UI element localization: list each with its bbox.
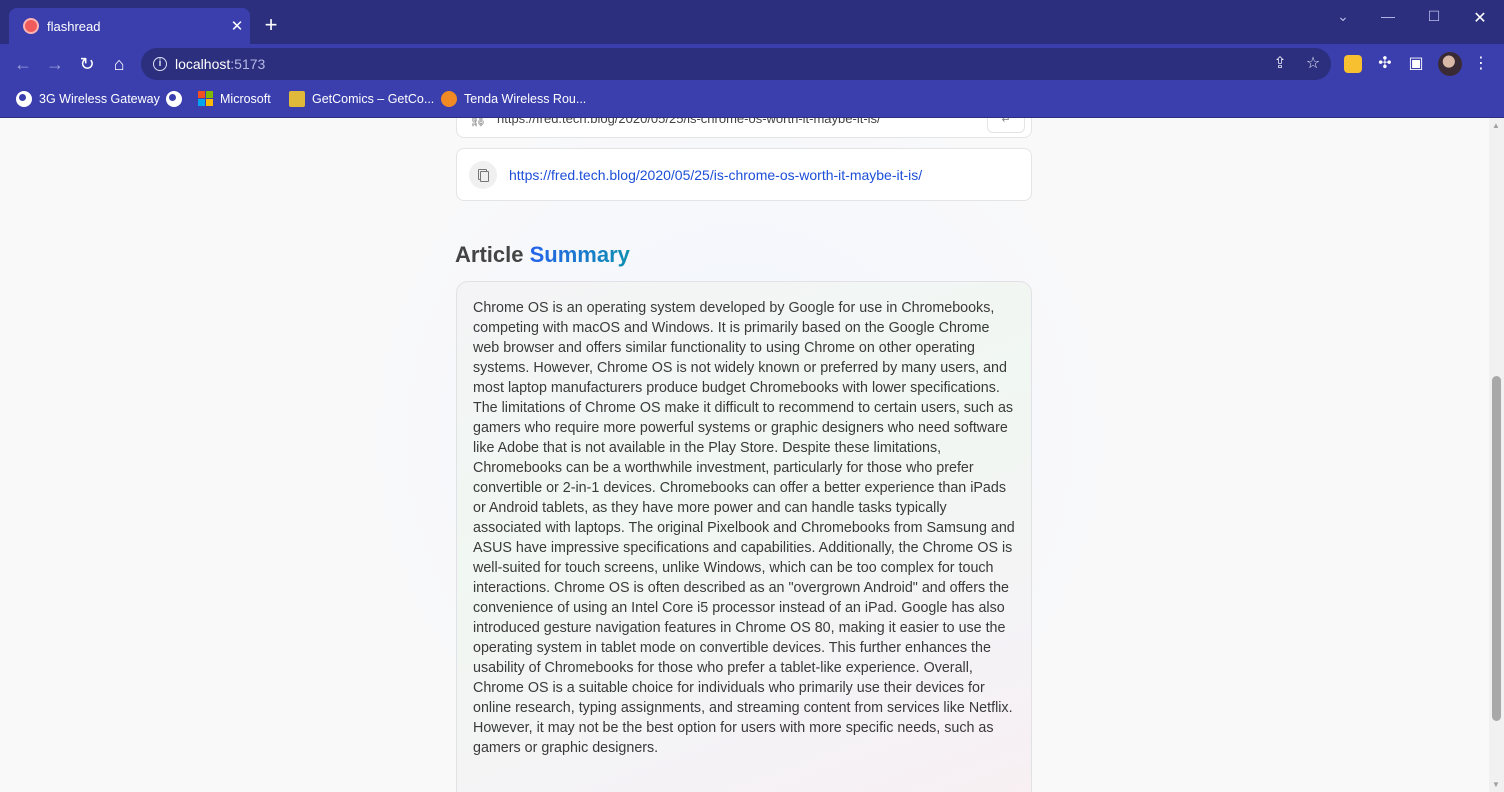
bookmarks-bar: 3G Wireless Gateway Microsoft GetComics …: [0, 84, 1504, 118]
bookmark-tenda[interactable]: Tenda Wireless Rou...: [441, 91, 586, 107]
maximize-icon[interactable]: ☐: [1419, 8, 1449, 25]
source-url-link[interactable]: https://fred.tech.blog/2020/05/25/is-chr…: [509, 167, 922, 183]
bookmark-star-icon[interactable]: ☆: [1302, 53, 1324, 75]
scrollbar[interactable]: ▲ ▼: [1489, 118, 1504, 792]
getcomics-icon: [289, 91, 305, 107]
reload-icon[interactable]: ↻: [75, 52, 99, 76]
keep-extension-icon[interactable]: [1344, 55, 1362, 73]
tenda-icon: [441, 91, 457, 107]
browser-tab[interactable]: flashread ✕: [9, 8, 250, 44]
scroll-down-icon[interactable]: ▼: [1492, 780, 1500, 789]
bookmark-label: GetComics – GetCo...: [312, 92, 435, 106]
side-panel-icon[interactable]: ▣: [1405, 53, 1427, 75]
source-url-card: https://fred.tech.blog/2020/05/25/is-chr…: [456, 148, 1032, 201]
minimize-icon[interactable]: —: [1373, 8, 1403, 24]
bookmark-3g-wireless-gateway[interactable]: 3G Wireless Gateway: [16, 91, 160, 107]
bookmark-getcomics[interactable]: GetComics – GetCo...: [289, 91, 434, 107]
site-info-icon[interactable]: i: [153, 57, 167, 71]
copy-icon[interactable]: [469, 161, 497, 189]
page-viewport: ⛓ https://fred.tech.blog/2020/05/25/is-c…: [0, 118, 1489, 792]
tab-search-icon[interactable]: ⌄: [1328, 8, 1358, 25]
bookmark-label: Microsoft: [220, 91, 271, 106]
url-text: localhost:5173: [175, 56, 265, 72]
url-input-card: ⛓ https://fred.tech.blog/2020/05/25/is-c…: [456, 118, 1032, 138]
link-icon: ⛓: [469, 118, 487, 127]
address-bar[interactable]: i localhost:5173 ⇪ ☆: [141, 48, 1331, 80]
menu-kebab-icon[interactable]: ⋮: [1470, 53, 1492, 75]
share-icon[interactable]: ⇪: [1269, 53, 1291, 75]
title-bar: flashread ✕ + ⌄ — ☐ ✕: [0, 0, 1504, 44]
heading-prefix: Article: [455, 242, 524, 267]
summary-text: Chrome OS is an operating system develop…: [473, 300, 1015, 756]
profile-avatar[interactable]: [1438, 52, 1462, 76]
bookmark-label: 3G Wireless Gateway: [39, 92, 160, 106]
tab-close-icon[interactable]: ✕: [224, 17, 250, 35]
back-arrow-icon[interactable]: ←: [11, 52, 35, 76]
new-tab-button[interactable]: +: [260, 14, 282, 36]
submit-button[interactable]: ↵: [987, 118, 1025, 133]
url-host: localhost: [175, 56, 231, 72]
globe-icon: [16, 91, 32, 107]
extensions-puzzle-icon[interactable]: ✣: [1374, 53, 1396, 75]
browser-toolbar: ← → ↻ ⌂ i localhost:5173 ⇪ ☆ ✣ ▣ ⋮: [0, 44, 1504, 84]
home-icon[interactable]: ⌂: [107, 52, 131, 76]
section-heading: Article Summary: [455, 242, 630, 268]
tab-title: flashread: [47, 18, 101, 34]
url-port: :5173: [230, 56, 266, 72]
heading-accent: Summary: [529, 242, 630, 267]
bookmark-microsoft[interactable]: Microsoft: [198, 91, 271, 106]
scrollbar-thumb[interactable]: [1492, 376, 1501, 721]
url-input[interactable]: https://fred.tech.blog/2020/05/25/is-chr…: [497, 118, 881, 126]
globe-icon: [166, 91, 182, 107]
bookmark-label: Tenda Wireless Rou...: [464, 92, 587, 106]
summary-card: Chrome OS is an operating system develop…: [456, 281, 1032, 792]
scroll-up-icon[interactable]: ▲: [1492, 121, 1500, 130]
bookmark-globe[interactable]: [166, 91, 189, 107]
microsoft-icon: [198, 91, 213, 106]
forward-arrow-icon[interactable]: →: [43, 52, 67, 76]
flashread-favicon-icon: [23, 18, 39, 34]
close-window-icon[interactable]: ✕: [1465, 8, 1495, 28]
